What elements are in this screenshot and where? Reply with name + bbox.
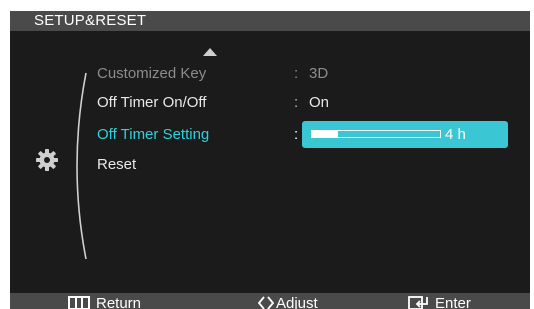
- menu-item-value: On: [309, 94, 330, 111]
- enter-icon: [408, 296, 428, 309]
- title-bar: SETUP&RESET: [10, 11, 530, 31]
- menu-item-off-timer-on-off[interactable]: Off Timer On/Off : On: [10, 92, 530, 114]
- separator: :: [294, 65, 299, 82]
- page-title: SETUP&RESET: [34, 12, 147, 29]
- separator: :: [294, 94, 299, 111]
- enter-label: Enter: [435, 295, 471, 309]
- diamond-arrows-icon: [258, 296, 274, 309]
- menu-item-label: Reset: [97, 156, 137, 173]
- adjust-label: Adjust: [276, 295, 318, 309]
- menu-item-label: Off Timer On/Off: [97, 94, 207, 111]
- osd-menu: SETUP&RESET Customized Key : 3D Off Time…: [10, 11, 530, 309]
- menu-item-off-timer-setting[interactable]: Off Timer Setting 4 h :: [10, 121, 530, 148]
- separator: :: [294, 126, 299, 143]
- up-arrow-icon[interactable]: [203, 48, 217, 56]
- footer-bar: Return Adjust Enter: [10, 293, 530, 309]
- slider-value: 4 h: [445, 126, 466, 143]
- menu-item-label: Customized Key: [97, 65, 207, 82]
- slider-track[interactable]: [311, 130, 441, 138]
- menu-item-reset[interactable]: Reset: [10, 154, 530, 176]
- slider-fill: [312, 131, 338, 137]
- menu-item-customized-key[interactable]: Customized Key : 3D: [10, 63, 530, 85]
- return-label: Return: [96, 295, 142, 309]
- menu-icon: [68, 296, 90, 309]
- off-timer-slider[interactable]: 4 h: [302, 121, 508, 148]
- menu-item-label: Off Timer Setting: [97, 126, 210, 143]
- menu-item-value: 3D: [309, 65, 329, 82]
